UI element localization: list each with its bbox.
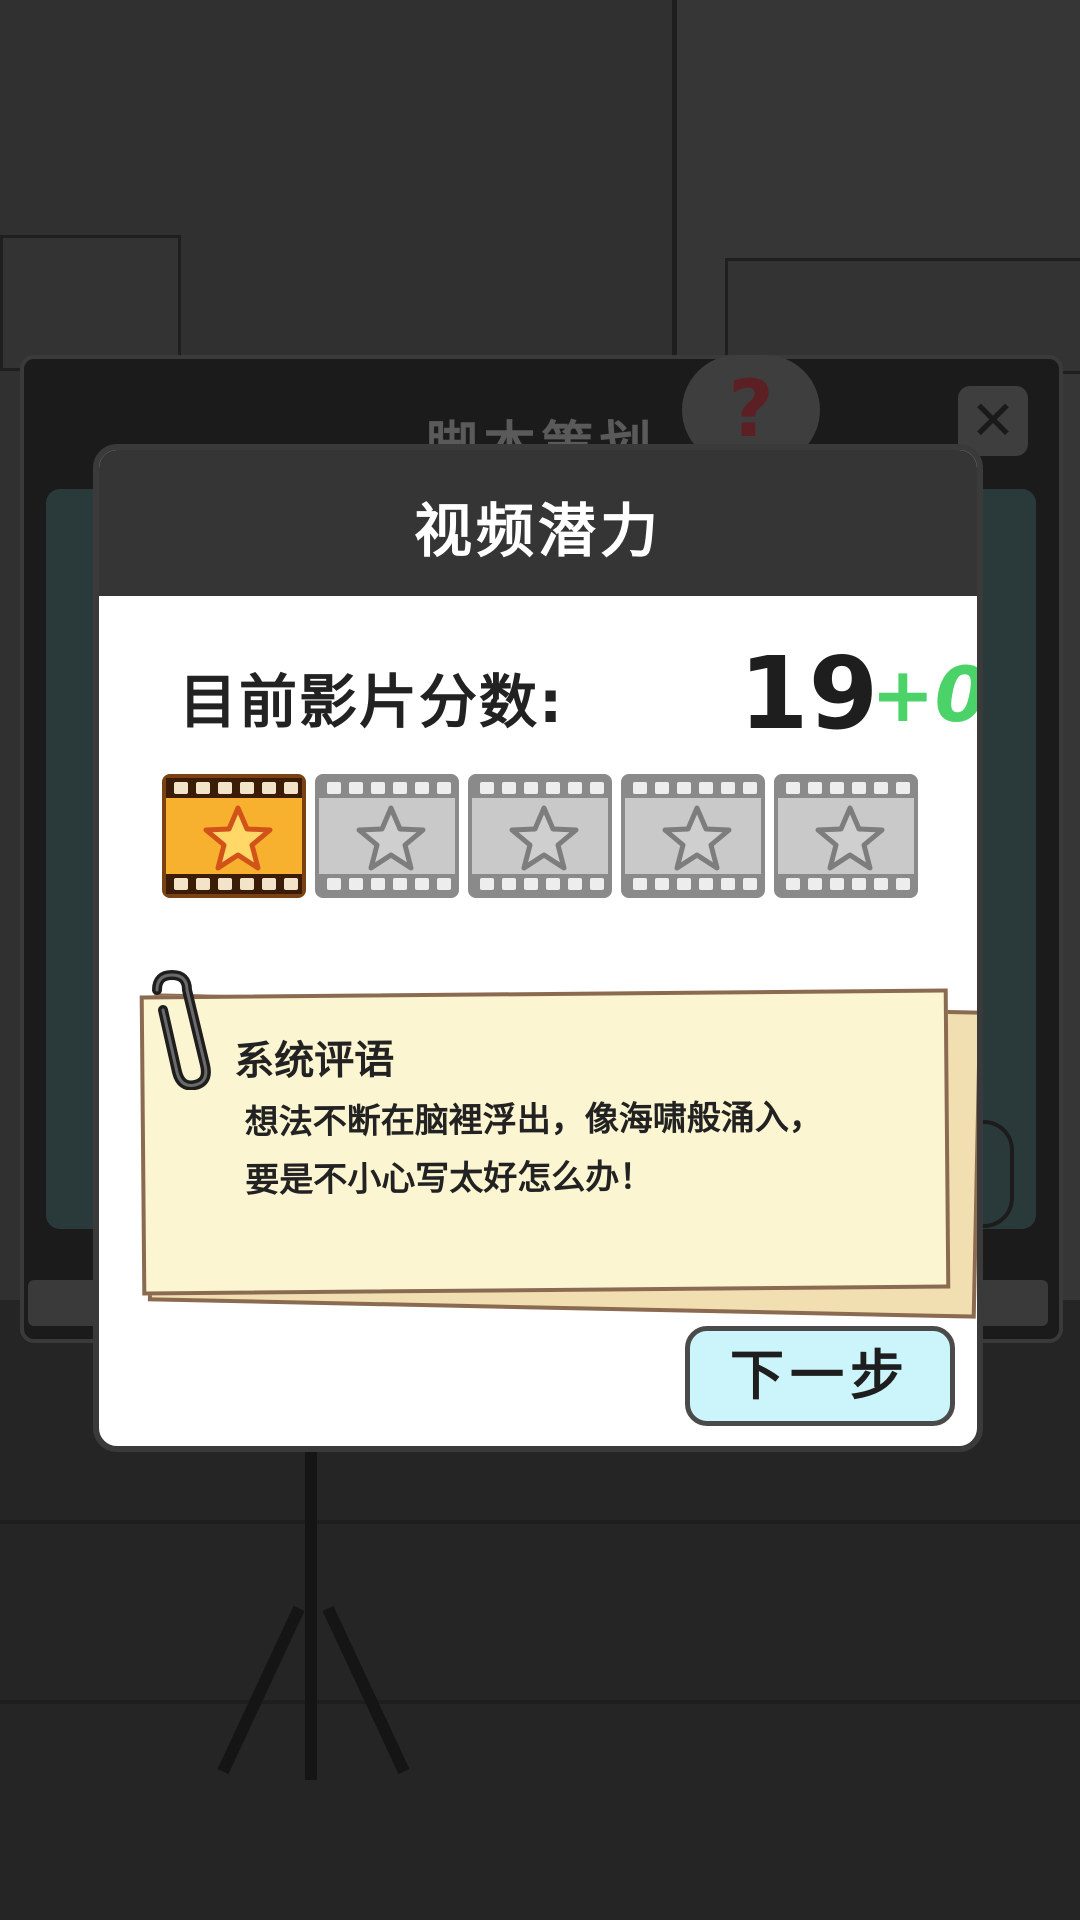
star-icon — [815, 805, 885, 871]
floor-line — [0, 1700, 1080, 1704]
modal-title: 视频潜力 — [413, 497, 662, 565]
star-icon — [662, 805, 732, 871]
star-icon — [203, 805, 273, 871]
tripod-leg — [305, 1450, 317, 1780]
system-comment-note: 系统评语 想法不断在脑裡浮出，像海啸般涌入， 要是不小心写太好怎么办！ — [139, 988, 951, 1296]
next-step-button[interactable]: 下一步 — [685, 1326, 955, 1426]
next-step-label: 下一步 — [730, 1344, 910, 1407]
score-label: 目前影片分数: — [179, 668, 565, 736]
film-star-empty — [621, 774, 765, 898]
note-body: 想法不断在脑裡浮出，像海啸般涌入， 要是不小心写太好怎么办！ — [245, 1088, 906, 1210]
paperclip-icon — [152, 970, 211, 1090]
score-delta: +0 — [871, 650, 983, 739]
video-potential-modal: 视频潜力 目前影片分数: 19 +0 系统评语 想法不断在脑裡浮出，像海啸般涌入… — [93, 444, 983, 1452]
modal-header: 视频潜力 — [99, 450, 977, 596]
note-title: 系统评语 — [234, 1037, 395, 1085]
close-icon: ✕ — [970, 389, 1016, 452]
film-star-filled — [162, 774, 306, 898]
film-star-empty — [774, 774, 918, 898]
film-star-empty — [468, 774, 612, 898]
question-icon: ? — [728, 365, 774, 455]
score-value: 19 — [739, 635, 879, 752]
star-icon — [509, 805, 579, 871]
floor-line — [0, 1520, 1080, 1524]
background-board — [0, 235, 181, 371]
wall-divider — [672, 0, 677, 360]
star-icon — [356, 805, 426, 871]
film-star-rating — [162, 774, 922, 900]
note-line: 要是不小心写太好怎么办！ — [245, 1157, 654, 1201]
note-line: 想法不断在脑裡浮出，像海啸般涌入， — [244, 1097, 823, 1143]
film-star-empty — [315, 774, 459, 898]
